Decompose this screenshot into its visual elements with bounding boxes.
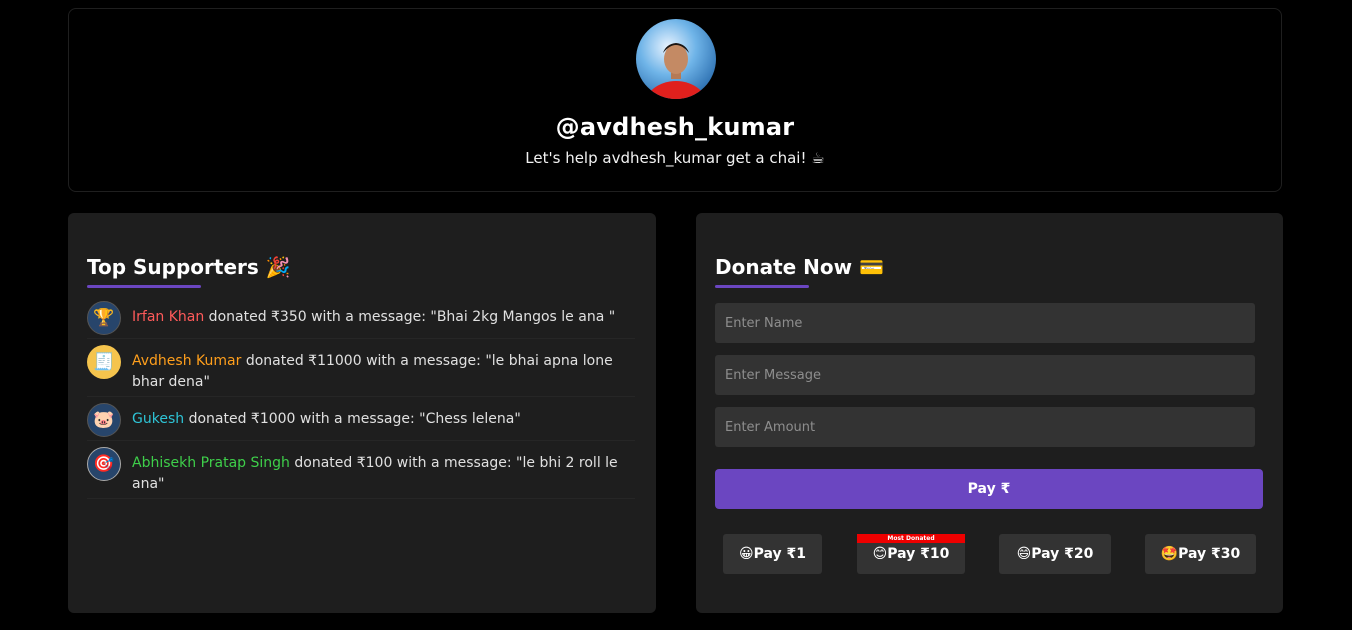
list-item: 🏆 Irfan Khan donated ₹350 with a message… [87,301,635,339]
supporter-name: Abhisekh Pratap Singh [132,455,290,471]
pay-20-button[interactable]: 😄Pay ₹20 [999,534,1111,574]
piggy-bank-icon: 🐷 [87,403,121,437]
donate-panel: Donate Now 💳 Pay ₹ 😀Pay ₹1 Most Donated … [696,213,1283,613]
pay-30-label: 🤩Pay ₹30 [1160,546,1241,562]
pay-10-label: 😊Pay ₹10 [872,546,950,562]
supporter-name: Avdhesh Kumar [132,353,242,369]
trophy-icon: 🏆 [87,301,121,335]
title-underline [715,285,809,288]
supporter-message: donated ₹1000 with a message: "Chess lel… [184,411,521,427]
top-supporters-panel: Top Supporters 🎉 🏆 Irfan Khan donated ₹3… [68,213,656,613]
avatar [636,19,716,99]
profile-card: @avdhesh_kumar Let's help avdhesh_kumar … [68,8,1282,192]
donate-title: Donate Now 💳 [715,255,884,279]
message-input[interactable] [715,355,1255,395]
pay-20-label: 😄Pay ₹20 [1016,546,1094,562]
amount-input[interactable] [715,407,1255,447]
name-input[interactable] [715,303,1255,343]
top-supporters-title: Top Supporters 🎉 [87,255,291,279]
pay-30-button[interactable]: 🤩Pay ₹30 [1145,534,1256,574]
pay-1-label: 😀Pay ₹1 [739,546,806,562]
username: @avdhesh_kumar [555,113,795,141]
supporter-name: Irfan Khan [132,309,205,325]
list-item: 🐷 Gukesh donated ₹1000 with a message: "… [87,403,635,441]
list-item: 🧾 Avdhesh Kumar donated ₹11000 with a me… [87,345,635,397]
receipt-icon: 🧾 [87,345,121,379]
most-donated-badge: Most Donated [857,534,965,543]
supporter-name: Gukesh [132,411,185,427]
tagline: Let's help avdhesh_kumar get a chai! ☕ [525,149,825,167]
supporter-message: donated ₹350 with a message: "Bhai 2kg M… [204,309,616,325]
title-underline [87,285,201,288]
pay-1-button[interactable]: 😀Pay ₹1 [723,534,822,574]
supporters-list: 🏆 Irfan Khan donated ₹350 with a message… [87,301,635,505]
list-item: 🎯 Abhisekh Pratap Singh donated ₹100 wit… [87,447,635,499]
pay-10-button[interactable]: Most Donated 😊Pay ₹10 [857,534,965,574]
target-icon: 🎯 [87,447,121,481]
pay-button[interactable]: Pay ₹ [715,469,1263,509]
